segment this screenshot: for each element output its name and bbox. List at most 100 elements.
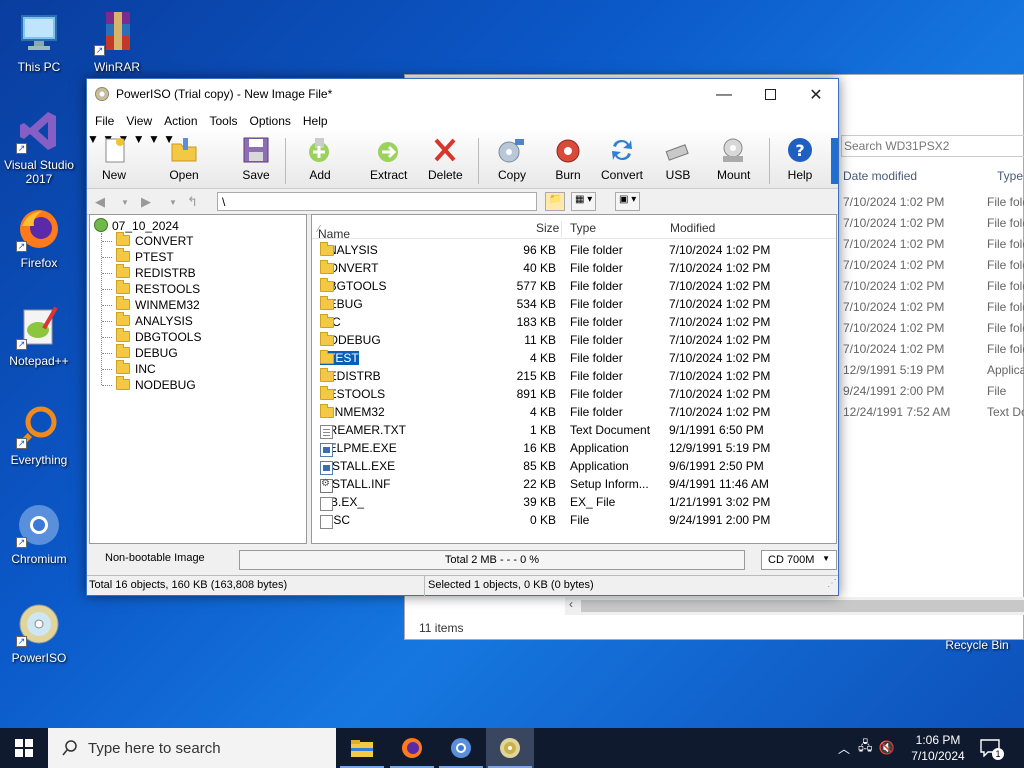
menu-options[interactable]: Options — [244, 114, 297, 128]
menu-view[interactable]: View — [120, 114, 158, 128]
network-icon[interactable]: 🖧 — [858, 737, 873, 759]
column-size[interactable]: Size — [536, 221, 559, 235]
file-row[interactable]: WINMEM32 4 KB File folder 7/10/2024 1:02 PM — [316, 403, 832, 421]
menu-file[interactable]: File — [89, 114, 120, 128]
taskbar-poweriso[interactable] — [486, 728, 534, 768]
delete-button[interactable]: Delete — [428, 136, 463, 182]
desktop-icon-label: Recycle Bin — [945, 638, 1009, 652]
scroll-left-icon[interactable]: ‹ — [569, 597, 573, 611]
file-row[interactable]: NODEBUG 11 KB File folder 7/10/2024 1:02 PM — [316, 331, 832, 349]
file-row[interactable]: REDISTRB 215 KB File folder 7/10/2024 1:02 … — [316, 367, 832, 385]
file-row[interactable]: RESTOOLS 891 KB File folder 7/10/2024 1:02 … — [316, 385, 832, 403]
new-button[interactable]: New — [99, 136, 129, 182]
tree-node[interactable]: INC — [102, 360, 156, 378]
back-arrow-icon[interactable]: ◀ — [95, 194, 105, 210]
file-row[interactable]: MISC 0 KB File 9/24/1991 2:00 PM — [316, 511, 832, 529]
desktop-icon-recycle-bin[interactable]: Recycle Bin — [938, 620, 1016, 652]
extract-button[interactable]: Extract — [370, 136, 407, 182]
folder-tree[interactable]: 07_10_2024 CONVERT PTEST REDISTRB RESTOOLS W… — [89, 214, 307, 544]
file-list[interactable]: Name ⁄ Size Type Modified ANALYSIS 96 KB F… — [311, 214, 837, 544]
usb-dropdown-icon[interactable]: ▼ — [148, 132, 160, 146]
explorer-horizontal-scrollbar[interactable]: ‹ — [565, 597, 1024, 615]
open-button[interactable]: Open — [169, 136, 199, 182]
file-row[interactable]: CONVERT 40 KB File folder 7/10/2024 1:02 PM — [316, 259, 832, 277]
tree-node[interactable]: PTEST — [102, 248, 174, 266]
notification-center-button[interactable]: 1 — [980, 728, 1004, 768]
minimize-button[interactable]: — — [701, 79, 747, 110]
delete-label: Delete — [428, 168, 463, 182]
file-row[interactable]: INC 183 KB File folder 7/10/2024 1:02 PM — [316, 313, 832, 331]
file-type-cell: File folder — [570, 333, 623, 347]
file-row[interactable]: INSTALL.INF 22 KB Setup Inform... 9/4/1991 … — [316, 475, 832, 493]
file-row[interactable]: INSTALL.EXE 85 KB Application 9/6/1991 2:50… — [316, 457, 832, 475]
maximize-button[interactable] — [747, 79, 793, 110]
burn-button[interactable]: Burn — [553, 136, 583, 182]
view-grid-icon: ▦ ▾ — [575, 194, 593, 205]
up-folder-icon[interactable]: ↰ — [187, 194, 198, 210]
file-row[interactable]: PTEST 4 KB File folder 7/10/2024 1:02 PM — [316, 349, 832, 367]
tree-node[interactable]: NODEBUG — [102, 376, 196, 394]
column-type[interactable]: Type — [570, 221, 596, 235]
convert-button[interactable]: Convert — [601, 136, 643, 182]
menu-help[interactable]: Help — [297, 114, 334, 128]
explorer-search-input[interactable]: Search WD31PSX2 — [841, 135, 1024, 157]
taskbar-firefox[interactable] — [388, 728, 436, 768]
show-hidden-icons-chevron-icon[interactable]: ︿ — [838, 740, 850, 757]
volume-muted-icon[interactable]: 🔇 — [879, 740, 895, 756]
explorer-row-type: File fold — [987, 279, 1024, 293]
copy-button[interactable]: Copy — [497, 136, 527, 182]
scrollbar-thumb[interactable] — [581, 600, 1024, 612]
menu-action[interactable]: Action — [158, 114, 203, 128]
help-button[interactable]: ? Help — [785, 136, 815, 182]
column-date-modified[interactable]: Date modified — [843, 169, 917, 183]
resize-grip-icon[interactable]: ⋰ — [827, 578, 837, 589]
tree-node[interactable]: DEBUG — [102, 344, 178, 362]
explorer-row-type: File fold — [987, 342, 1024, 356]
file-row[interactable]: DBGTOOLS 577 KB File folder 7/10/2024 1:02 … — [316, 277, 832, 295]
file-row[interactable]: DREAMER.TXT 1 KB Text Document 9/1/1991 6:5… — [316, 421, 832, 439]
desktop-icon-everything[interactable]: ↗ Everything — [0, 403, 78, 467]
explorer-row-date: 7/10/2024 1:02 PM — [843, 237, 945, 251]
close-button[interactable]: ✕ — [793, 79, 839, 110]
start-button[interactable] — [0, 728, 48, 768]
new-dropdown-icon[interactable]: ▼ — [87, 132, 99, 146]
back-dropdown-icon[interactable]: ▼ — [121, 198, 129, 207]
column-modified[interactable]: Modified — [670, 221, 715, 235]
add-button[interactable]: Add — [305, 136, 335, 182]
forward-arrow-icon[interactable]: ▶ — [141, 194, 151, 210]
mount-button[interactable]: Mount — [717, 136, 750, 182]
poweriso-window[interactable]: PowerISO (Trial copy) - New Image File* … — [86, 78, 839, 596]
tree-line — [102, 257, 112, 259]
copy-dropdown-icon[interactable]: ▼ — [133, 132, 145, 146]
title-bar[interactable]: PowerISO (Trial copy) - New Image File* … — [87, 79, 838, 110]
taskbar-file-explorer[interactable] — [338, 728, 386, 768]
desktop-icon-visual-studio[interactable]: ↗ Visual Studio 2017 — [0, 108, 78, 186]
column-type[interactable]: Type — [997, 169, 1023, 183]
taskbar-chromium[interactable] — [437, 728, 485, 768]
desktop-icon-poweriso[interactable]: ↗ PowerISO — [0, 601, 78, 665]
file-row[interactable]: ANALYSIS 96 KB File folder 7/10/2024 1:02 P… — [316, 241, 832, 259]
desktop-icon-winrar[interactable]: ↗ WinRAR — [78, 10, 156, 74]
column-name[interactable]: Name ⁄ — [318, 221, 350, 241]
path-input[interactable]: \ — [217, 192, 537, 211]
view-mode-button[interactable]: ▦ ▾ — [571, 192, 597, 211]
media-size-select[interactable]: CD 700M ▼ — [761, 550, 837, 570]
file-name-cell: LIB.EX_ — [320, 495, 364, 511]
media-size-value: CD 700M — [768, 554, 815, 566]
desktop-icon-chromium[interactable]: ↗ Chromium — [0, 502, 78, 566]
tree-root[interactable]: 07_10_2024 — [94, 218, 179, 234]
desktop-icon-this-pc[interactable]: This PC — [0, 10, 78, 74]
file-row[interactable]: DEBUG 534 KB File folder 7/10/2024 1:02 PM — [316, 295, 832, 313]
usb-button[interactable]: USB — [663, 136, 693, 182]
layout-button[interactable]: ▣ ▾ — [615, 192, 641, 211]
desktop-icon-firefox[interactable]: ↗ Firefox — [0, 206, 78, 270]
file-row[interactable]: HELPME.EXE 16 KB Application 12/9/1991 5:19… — [316, 439, 832, 457]
forward-dropdown-icon[interactable]: ▼ — [169, 198, 177, 207]
file-row[interactable]: LIB.EX_ 39 KB EX_ File 1/21/1991 3:02 PM — [316, 493, 832, 511]
taskbar-search-box[interactable]: Type here to search — [48, 728, 336, 768]
save-button[interactable]: Save — [241, 136, 271, 182]
desktop-icon-notepadpp[interactable]: ↗ Notepad++ — [0, 304, 78, 368]
folders-view-button[interactable]: 📁 — [545, 192, 566, 211]
menu-tools[interactable]: Tools — [204, 114, 244, 128]
taskbar-clock[interactable]: 1:06 PM 7/10/2024 — [906, 732, 970, 764]
